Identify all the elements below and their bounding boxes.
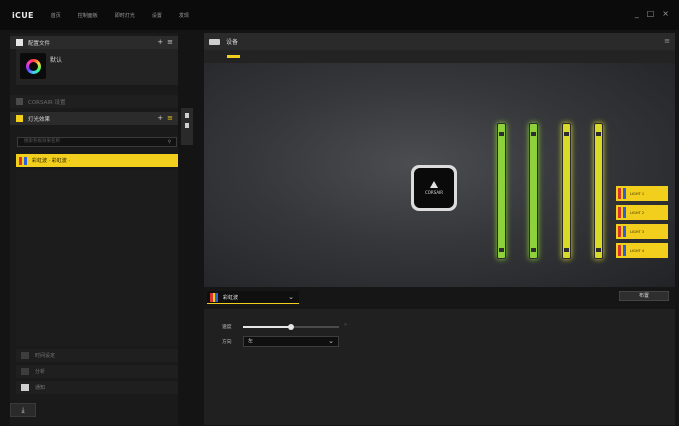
- speed-max-icon: »: [344, 323, 347, 328]
- led-channel-1[interactable]: LIGHT 1: [616, 186, 668, 201]
- profiles-header-label: 配置文件: [28, 40, 51, 47]
- trash-icon[interactable]: [185, 123, 189, 128]
- panel-toggle-strip: [181, 108, 193, 145]
- speed-slider-fill: [243, 326, 291, 328]
- sidebar-item-schedule[interactable]: 时间设定: [16, 349, 178, 362]
- sidebar-item-label: 分析: [35, 369, 46, 375]
- corsair-sail-icon: [430, 181, 438, 188]
- search-placeholder: 搜索各板效果名称: [24, 139, 60, 144]
- effect-item-label: 彩虹波 · 彩虹波 ·: [32, 158, 70, 164]
- led-channel-4[interactable]: LIGHT 4: [616, 243, 668, 258]
- ram-stick[interactable]: [594, 123, 603, 259]
- chevron-down-icon: ⌄: [288, 293, 294, 301]
- chart-icon: [21, 368, 29, 375]
- lightning-icon: [16, 115, 23, 122]
- led-channel-3[interactable]: LIGHT 3: [616, 224, 668, 239]
- ram-stick[interactable]: [562, 123, 571, 259]
- led-label: LIGHT 4: [630, 248, 645, 253]
- maximize-button[interactable]: □: [647, 9, 655, 18]
- profile-menu-button[interactable]: ≡: [167, 38, 173, 46]
- device-icon: [209, 38, 220, 45]
- corsair-settings-header[interactable]: CORSAIR 设置: [10, 95, 178, 108]
- effect-dropdown[interactable]: 彩虹波 ⌄: [207, 291, 299, 304]
- calendar-icon: [21, 352, 29, 359]
- effects-list-area: [16, 169, 178, 346]
- led-channel-list: LIGHT 1 LIGHT 2 LIGHT 3 LIGHT 4: [616, 186, 668, 262]
- profiles-tools: + ≡: [157, 38, 173, 46]
- doc-icon[interactable]: [185, 113, 189, 118]
- led-label: LIGHT 1: [630, 191, 645, 196]
- device-tab-active[interactable]: [227, 55, 240, 58]
- profile-avatar: [20, 53, 46, 79]
- notification-icon: [21, 384, 29, 391]
- search-icon: ⚲: [167, 140, 171, 145]
- chevron-down-icon: ⌄: [328, 337, 334, 345]
- minimize-button[interactable]: _: [635, 9, 639, 18]
- profile-item-default[interactable]: 默认: [16, 49, 178, 85]
- ram-stick[interactable]: [529, 123, 538, 259]
- corsair-settings-label: CORSAIR 设置: [28, 99, 66, 106]
- download-button[interactable]: ⤓: [10, 403, 36, 417]
- lighting-effects-label: 灯光效果: [28, 116, 51, 123]
- device-icon: [16, 98, 23, 105]
- cpu-cooler-pump[interactable]: CORSAIR: [411, 165, 457, 211]
- ram-stick[interactable]: [497, 123, 506, 259]
- lighting-tools: + ≡: [157, 114, 173, 122]
- top-navigation-bar: iCUE 首页 控制面板 即时灯光 设置 发现 _ □ ×: [0, 0, 679, 30]
- rainbow-flag-icon: [19, 156, 28, 165]
- nav-home[interactable]: 首页: [51, 12, 61, 19]
- effect-menu-button[interactable]: ≡: [167, 114, 173, 122]
- lighting-effects-header: 灯光效果 + ≡: [10, 112, 178, 125]
- led-label: LIGHT 2: [630, 210, 645, 215]
- sidebar-item-analytics[interactable]: 分析: [16, 365, 178, 378]
- profile-icon: [16, 39, 23, 46]
- close-button[interactable]: ×: [662, 9, 669, 18]
- rainbow-power-icon: [25, 58, 41, 74]
- corsair-logo-panel: CORSAIR: [414, 168, 454, 208]
- add-profile-button[interactable]: +: [157, 38, 163, 46]
- direction-value: 左: [248, 339, 253, 344]
- sidebar-item-notifications[interactable]: 通知: [16, 381, 178, 394]
- speed-slider-handle[interactable]: [288, 324, 294, 330]
- profiles-header: 配置文件 + ≡: [10, 36, 178, 49]
- device-preview: CORSAIR LIGHT 1 LIGHT 2 LIGHT 3 LIGHT 4: [204, 63, 675, 287]
- nav-discover[interactable]: 发现: [179, 12, 189, 19]
- speed-label: 速度: [222, 325, 232, 330]
- effect-item-rainbow-wave[interactable]: 彩虹波 · 彩虹波 ·: [16, 154, 178, 167]
- device-panel: 设备 ≡ CORSAIR LIGHT 1 LIGHT 2 LIGHT 3 LIG…: [204, 33, 675, 425]
- device-menu-icon[interactable]: ≡: [664, 37, 670, 45]
- main-nav: 首页 控制面板 即时灯光 设置 发现: [51, 12, 206, 19]
- device-header-label: 设备: [226, 39, 239, 46]
- led-label: LIGHT 3: [630, 229, 645, 234]
- nav-dashboard[interactable]: 控制面板: [78, 12, 98, 19]
- rainbow-flag-icon: [210, 292, 219, 302]
- nav-settings[interactable]: 设置: [152, 12, 162, 19]
- effect-search-input[interactable]: 搜索各板效果名称 ⚲: [17, 137, 177, 147]
- led-channel-2[interactable]: LIGHT 2: [616, 205, 668, 220]
- effect-dropdown-value: 彩虹波: [223, 294, 239, 301]
- icue-window: iCUE 首页 控制面板 即时灯光 设置 发现 _ □ × 配置文件 + ≡ 默…: [0, 0, 679, 426]
- sidebar-item-label: 时间设定: [35, 353, 56, 359]
- left-panel: 配置文件 + ≡ 默认 CORSAIR 设置 灯光效果 + ≡ 搜索各板效果名称…: [10, 33, 178, 425]
- direction-dropdown[interactable]: 左 ⌄: [243, 336, 339, 347]
- app-logo: iCUE: [12, 10, 34, 20]
- sidebar-item-label: 通知: [35, 385, 46, 391]
- profile-name: 默认: [50, 57, 63, 64]
- cooler-brand: CORSAIR: [424, 190, 444, 195]
- layout-button[interactable]: 布置: [619, 291, 669, 301]
- device-tab-strip: [204, 50, 675, 63]
- window-controls: _ □ ×: [635, 9, 669, 18]
- add-effect-button[interactable]: +: [157, 114, 163, 122]
- device-header: 设备 ≡: [204, 33, 675, 50]
- direction-label: 方向: [222, 340, 232, 345]
- nav-instant-lighting[interactable]: 即时灯光: [115, 12, 135, 19]
